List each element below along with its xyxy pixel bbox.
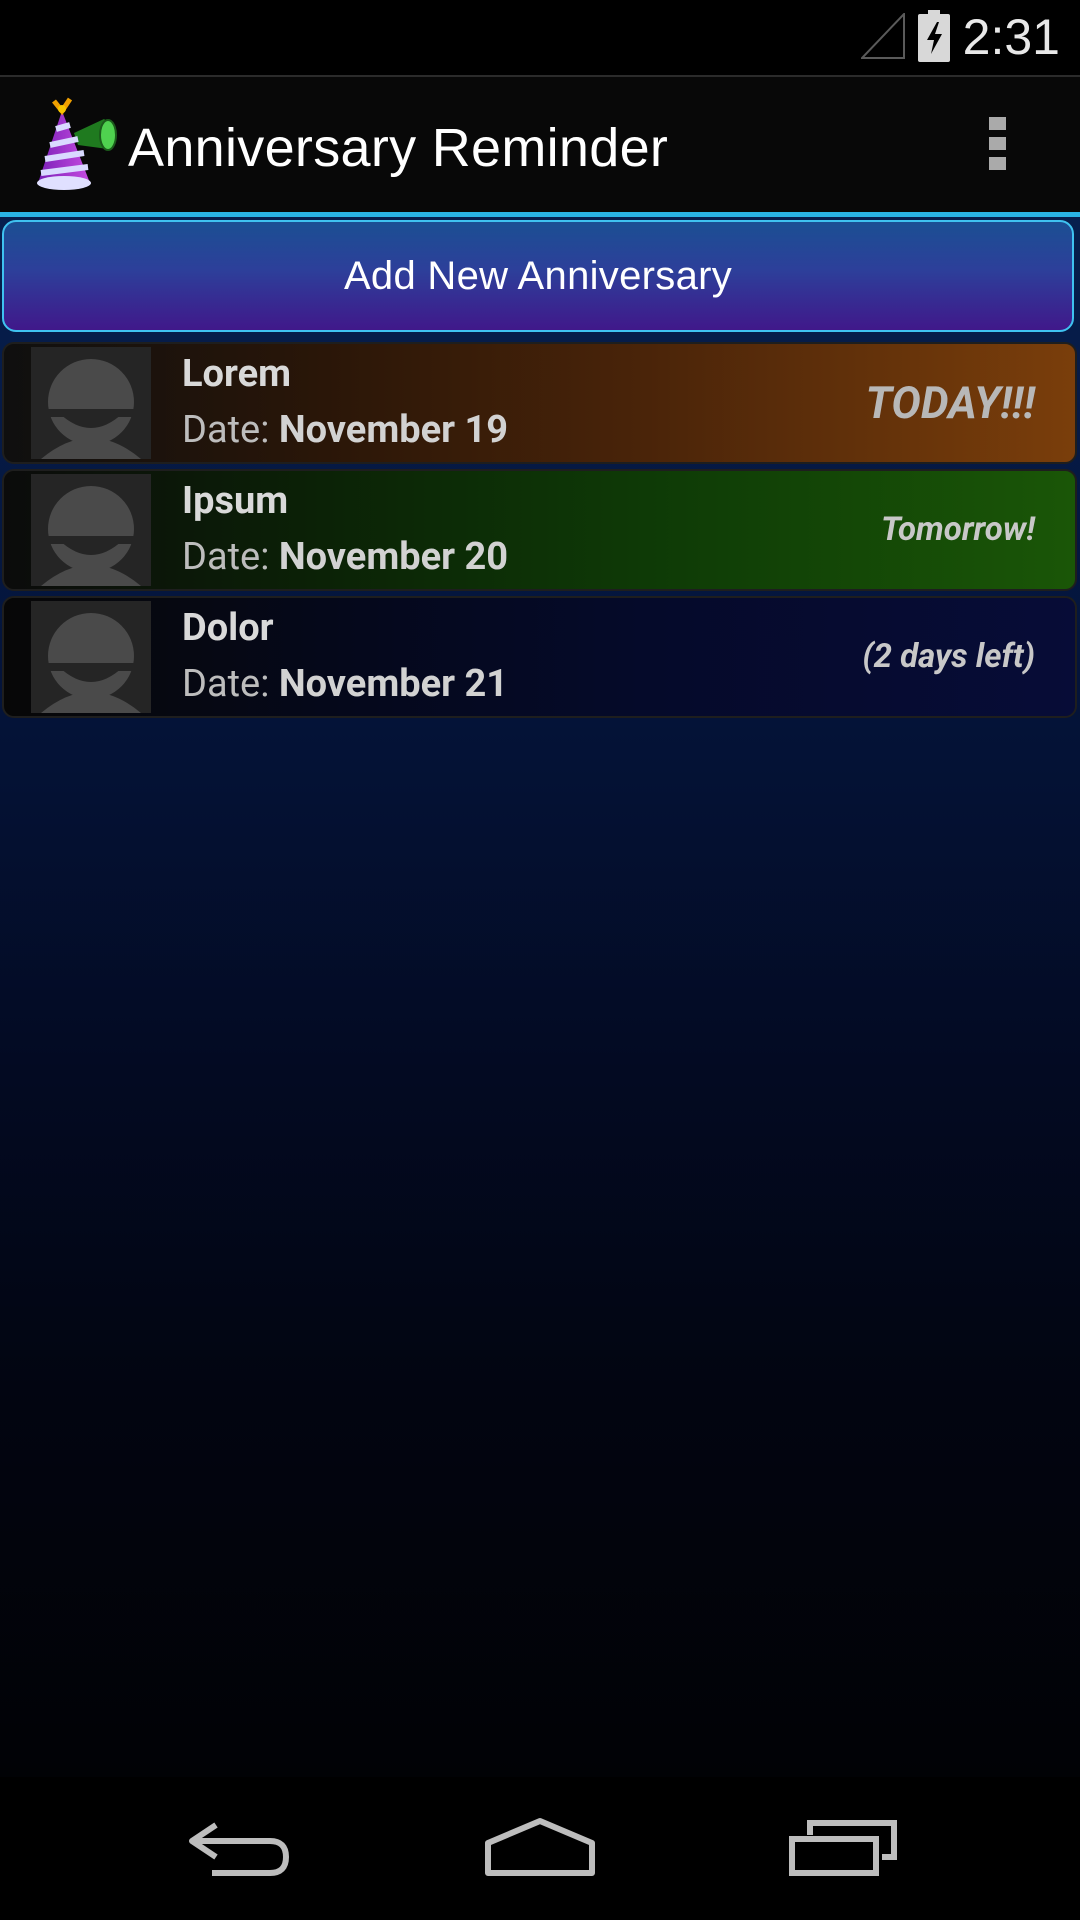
back-icon[interactable] xyxy=(186,1817,292,1877)
date-value: November 19 xyxy=(278,408,509,452)
add-anniversary-button[interactable]: Add New Anniversary xyxy=(2,220,1074,332)
party-hat-icon[interactable] xyxy=(34,97,120,193)
anniversary-row[interactable]: Dolor Date: November 21 (2 days left) xyxy=(2,596,1077,718)
anniversary-row[interactable]: Ipsum Date: November 20 Tomorrow! xyxy=(2,469,1077,591)
date-label: Date: xyxy=(182,535,279,579)
signal-icon xyxy=(861,13,905,59)
date-value: November 20 xyxy=(278,535,509,579)
anniversary-date: Date: November 21 xyxy=(182,662,508,706)
anniversary-date: Date: November 19 xyxy=(182,408,508,452)
anniversary-name: Dolor xyxy=(182,606,274,650)
navigation-bar xyxy=(0,1777,1080,1920)
date-label: Date: xyxy=(182,662,279,706)
anniversary-name: Lorem xyxy=(182,352,292,396)
person-placeholder-icon xyxy=(31,601,151,713)
person-placeholder-icon xyxy=(31,347,151,459)
person-placeholder-icon xyxy=(31,474,151,586)
avatar xyxy=(31,347,151,459)
avatar xyxy=(31,601,151,713)
date-label: Date: xyxy=(182,408,279,452)
home-icon[interactable] xyxy=(484,1817,596,1877)
anniversary-name: Ipsum xyxy=(182,479,289,523)
recent-apps-icon[interactable] xyxy=(788,1817,898,1877)
avatar xyxy=(31,474,151,586)
app-title: Anniversary Reminder xyxy=(128,118,669,178)
countdown-status: (2 days left) xyxy=(862,637,1035,676)
anniversary-row[interactable]: Lorem Date: November 19 TODAY!!! xyxy=(2,342,1077,464)
battery-charging-icon xyxy=(918,10,950,62)
date-value: November 21 xyxy=(278,662,509,706)
countdown-status: TODAY!!! xyxy=(865,377,1035,429)
action-bar: Anniversary Reminder xyxy=(0,77,1080,212)
status-bar: 2:31 xyxy=(0,0,1080,77)
countdown-status: Tomorrow! xyxy=(880,510,1035,549)
status-clock: 2:31 xyxy=(962,9,1060,65)
overflow-menu-icon[interactable] xyxy=(983,117,1011,177)
anniversary-date: Date: November 20 xyxy=(182,535,508,579)
